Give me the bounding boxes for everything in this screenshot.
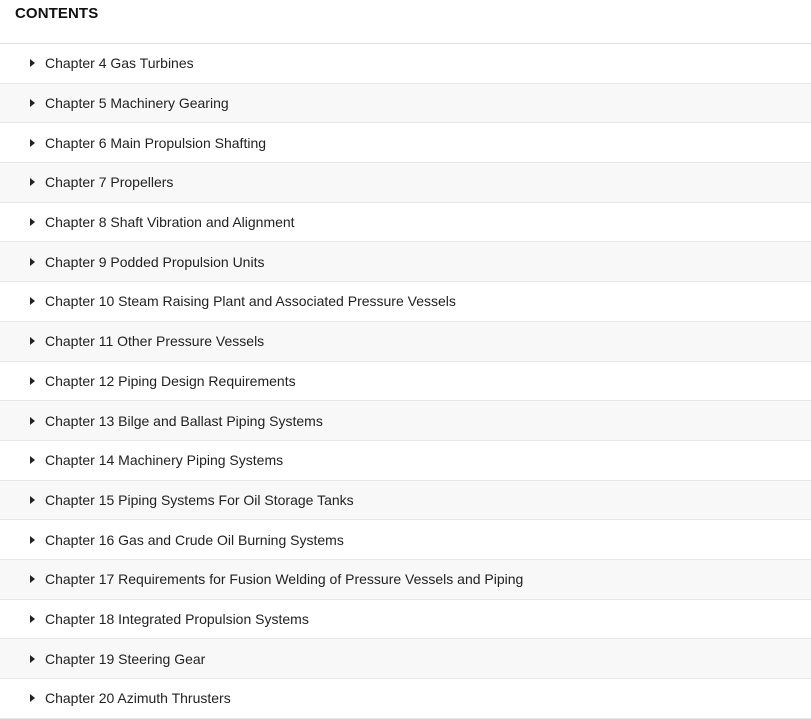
chapter-label[interactable]: Chapter 18 Integrated Propulsion Systems <box>45 611 309 627</box>
chapter-list: Chapter 4 Gas Turbines Chapter 5 Machine… <box>0 44 811 719</box>
chapter-label[interactable]: Chapter 12 Piping Design Requirements <box>45 373 296 389</box>
chapter-item-10[interactable]: Chapter 10 Steam Raising Plant and Assoc… <box>0 282 811 322</box>
caret-right-icon[interactable] <box>30 376 35 385</box>
chapter-item-4[interactable]: Chapter 4 Gas Turbines <box>0 44 811 84</box>
caret-right-icon[interactable] <box>30 575 35 584</box>
caret-right-icon[interactable] <box>30 614 35 623</box>
chapter-label[interactable]: Chapter 4 Gas Turbines <box>45 55 194 71</box>
chapter-label[interactable]: Chapter 5 Machinery Gearing <box>45 95 229 111</box>
caret-right-icon[interactable] <box>30 257 35 266</box>
chapter-item-9[interactable]: Chapter 9 Podded Propulsion Units <box>0 242 811 283</box>
chapter-item-15[interactable]: Chapter 15 Piping Systems For Oil Storag… <box>0 480 811 521</box>
chapter-item-6[interactable]: Chapter 6 Main Propulsion Shafting <box>0 123 811 164</box>
chapter-item-11[interactable]: Chapter 11 Other Pressure Vessels <box>0 321 811 362</box>
chapter-label[interactable]: Chapter 16 Gas and Crude Oil Burning Sys… <box>45 532 344 548</box>
caret-right-icon[interactable] <box>30 495 35 504</box>
caret-right-icon[interactable] <box>30 99 35 108</box>
caret-right-icon[interactable] <box>30 297 35 306</box>
contents-title: CONTENTS <box>15 5 99 22</box>
caret-right-icon[interactable] <box>30 654 35 663</box>
chapter-label[interactable]: Chapter 13 Bilge and Ballast Piping Syst… <box>45 413 323 429</box>
chapter-item-8[interactable]: Chapter 8 Shaft Vibration and Alignment <box>0 202 811 243</box>
chapter-item-13[interactable]: Chapter 13 Bilge and Ballast Piping Syst… <box>0 401 811 441</box>
chapter-item-5[interactable]: Chapter 5 Machinery Gearing <box>0 83 811 124</box>
contents-header: CONTENTS <box>0 0 811 44</box>
caret-right-icon[interactable] <box>30 535 35 544</box>
caret-right-icon[interactable] <box>30 456 35 465</box>
chapter-item-14[interactable]: Chapter 14 Machinery Piping Systems <box>0 440 811 481</box>
chapter-item-12[interactable]: Chapter 12 Piping Design Requirements <box>0 361 811 402</box>
contents-panel: CONTENTS Chapter 4 Gas Turbines Chapter … <box>0 0 811 719</box>
caret-right-icon[interactable] <box>30 218 35 227</box>
chapter-label[interactable]: Chapter 17 Requirements for Fusion Weldi… <box>45 571 523 587</box>
caret-right-icon[interactable] <box>30 694 35 703</box>
chapter-label[interactable]: Chapter 20 Azimuth Thrusters <box>45 690 231 706</box>
chapter-item-19[interactable]: Chapter 19 Steering Gear <box>0 639 811 679</box>
chapter-label[interactable]: Chapter 14 Machinery Piping Systems <box>45 452 283 468</box>
caret-right-icon[interactable] <box>30 138 35 147</box>
chapter-label[interactable]: Chapter 10 Steam Raising Plant and Assoc… <box>45 293 456 309</box>
chapter-label[interactable]: Chapter 15 Piping Systems For Oil Storag… <box>45 492 354 508</box>
caret-right-icon[interactable] <box>30 59 35 68</box>
chapter-item-18[interactable]: Chapter 18 Integrated Propulsion Systems <box>0 599 811 640</box>
chapter-item-20[interactable]: Chapter 20 Azimuth Thrusters <box>0 679 811 719</box>
caret-right-icon[interactable] <box>30 416 35 425</box>
chapter-label[interactable]: Chapter 6 Main Propulsion Shafting <box>45 135 266 151</box>
chapter-label[interactable]: Chapter 7 Propellers <box>45 174 173 190</box>
chapter-label[interactable]: Chapter 19 Steering Gear <box>45 651 205 667</box>
caret-right-icon[interactable] <box>30 337 35 346</box>
chapter-item-17[interactable]: Chapter 17 Requirements for Fusion Weldi… <box>0 559 811 600</box>
chapter-item-16[interactable]: Chapter 16 Gas and Crude Oil Burning Sys… <box>0 520 811 560</box>
caret-right-icon[interactable] <box>30 178 35 187</box>
chapter-label[interactable]: Chapter 9 Podded Propulsion Units <box>45 254 264 270</box>
chapter-item-7[interactable]: Chapter 7 Propellers <box>0 163 811 203</box>
chapter-label[interactable]: Chapter 8 Shaft Vibration and Alignment <box>45 214 295 230</box>
chapter-label[interactable]: Chapter 11 Other Pressure Vessels <box>45 333 264 349</box>
